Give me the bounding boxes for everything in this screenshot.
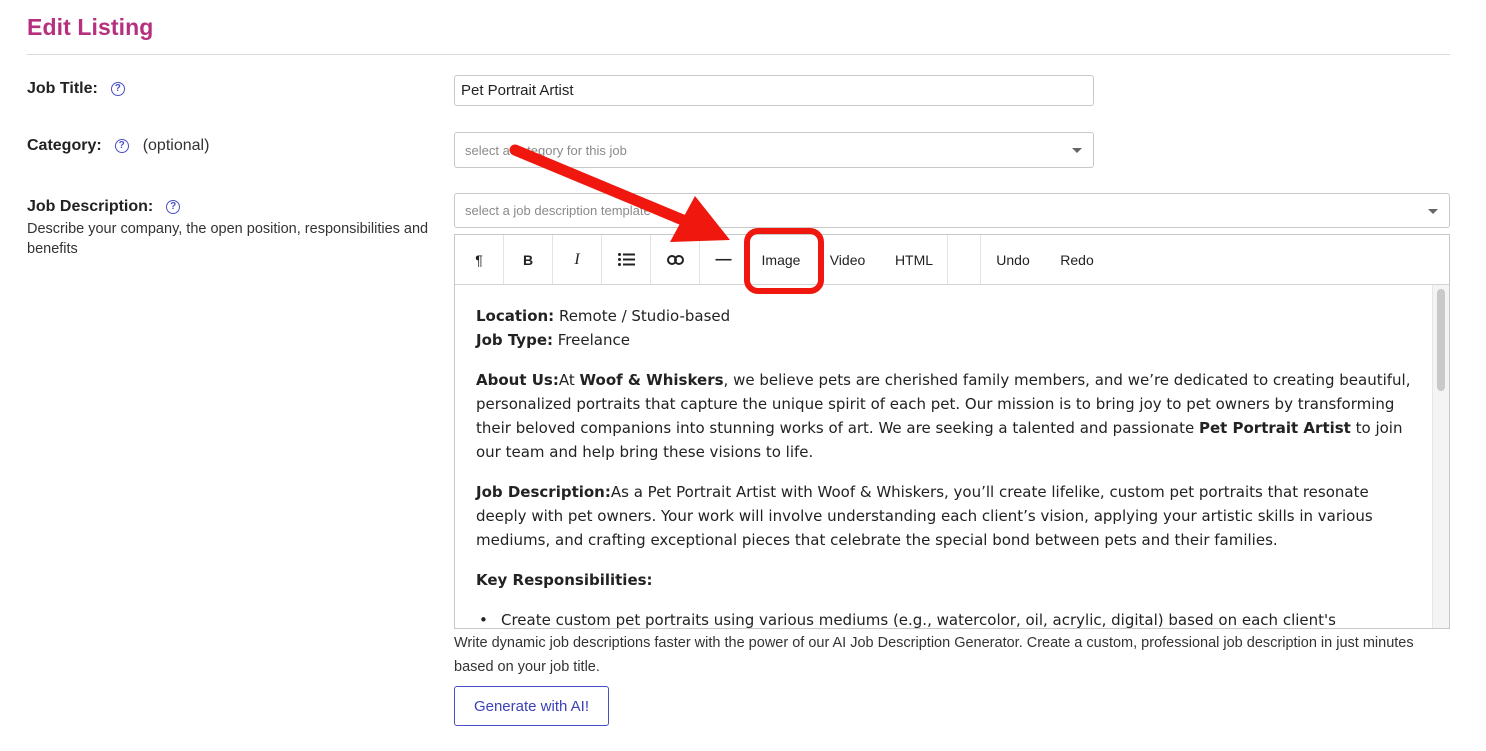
list-item: • Create custom pet portraits using vario… — [479, 608, 1433, 628]
editor-toolbar: ¶ B I — Image Video HTML Undo Redo — [455, 235, 1449, 285]
video-button-label: Video — [829, 251, 866, 268]
link-button[interactable] — [651, 235, 700, 284]
bold-button[interactable]: B — [504, 235, 553, 284]
redo-button-label: Redo — [1060, 251, 1094, 268]
category-label: Category: ? (optional) — [27, 137, 209, 155]
about-brand: Woof & Whiskers — [579, 371, 724, 389]
job-description-helper: Describe your company, the open position… — [27, 221, 429, 257]
italic-icon: I — [574, 250, 580, 268]
location-value: Remote / Studio-based — [554, 307, 731, 325]
page-title: Edit Listing — [27, 14, 154, 40]
toolbar-spacer — [948, 235, 981, 284]
category-select[interactable]: select a category for this job — [454, 132, 1094, 168]
generate-with-ai-button[interactable]: Generate with AI! — [454, 686, 609, 726]
responsibility-1: Create custom pet portraits using variou… — [501, 611, 1336, 628]
about-role: Pet Portrait Artist — [1198, 419, 1351, 437]
horizontal-rule-button[interactable]: — — [700, 235, 748, 284]
undo-button-label: Undo — [996, 251, 1030, 268]
description-text: As a Pet Portrait Artist with Woof & Whi… — [476, 483, 1373, 549]
job-description-label-text: Job Description: — [27, 198, 154, 215]
paragraph-icon: ¶ — [475, 251, 483, 268]
editor-content[interactable]: Location: Remote / Studio-based Job Type… — [455, 285, 1433, 628]
title-divider — [27, 54, 1450, 55]
about-text-1: At — [558, 371, 580, 389]
video-button[interactable]: Video — [814, 235, 881, 284]
optional-note: (optional) — [142, 137, 210, 154]
help-icon[interactable]: ? — [114, 139, 129, 153]
horizontal-rule-icon: — — [715, 250, 732, 268]
template-placeholder: select a job description template — [465, 203, 651, 218]
paragraph-button[interactable]: ¶ — [455, 235, 504, 284]
about-paragraph: About Us:At Woof & Whiskers, we believe … — [476, 368, 1416, 464]
italic-button[interactable]: I — [553, 235, 602, 284]
description-paragraph: Job Description:As a Pet Portrait Artist… — [476, 480, 1416, 552]
about-label: About Us: — [476, 371, 559, 389]
help-icon[interactable]: ? — [166, 200, 181, 214]
location-line: Location: Remote / Studio-based — [476, 304, 1416, 328]
html-button-label: HTML — [894, 251, 934, 268]
job-title-input[interactable]: Pet Portrait Artist — [454, 75, 1094, 106]
chevron-down-icon — [1072, 148, 1082, 153]
job-type-value: Freelance — [553, 331, 630, 349]
rich-text-editor[interactable]: ¶ B I — Image Video HTML Undo Redo Locat… — [454, 234, 1450, 629]
responsibilities-label: Key Responsibilities: — [476, 571, 653, 589]
job-title-label: Job Title: ? — [27, 80, 125, 98]
scrollbar-thumb[interactable] — [1437, 289, 1445, 391]
html-button[interactable]: HTML — [881, 235, 948, 284]
job-title-value: Pet Portrait Artist — [461, 82, 574, 99]
list-icon — [617, 253, 635, 266]
bold-icon: B — [522, 251, 534, 268]
editor-scrollbar[interactable] — [1432, 285, 1449, 628]
job-description-label: Job Description: ? — [27, 198, 181, 216]
template-select[interactable]: select a job description template — [454, 193, 1450, 228]
link-icon — [666, 254, 684, 265]
category-placeholder: select a category for this job — [465, 142, 627, 158]
image-button-highlight — [744, 228, 824, 294]
list-button[interactable] — [602, 235, 651, 284]
help-icon[interactable]: ? — [110, 82, 125, 96]
job-type-label: Job Type: — [476, 331, 553, 349]
category-label-text: Category: — [27, 137, 102, 154]
job-title-label-text: Job Title: — [27, 80, 98, 97]
chevron-down-icon — [1428, 208, 1438, 214]
redo-button[interactable]: Redo — [1045, 235, 1109, 284]
responsibilities-heading: Key Responsibilities: — [476, 568, 1416, 592]
description-label: Job Description: — [476, 483, 611, 501]
job-type-line: Job Type: Freelance — [476, 328, 1416, 352]
location-label: Location: — [476, 307, 555, 325]
undo-button[interactable]: Undo — [981, 235, 1045, 284]
bullet-icon: • — [479, 611, 488, 628]
ai-generator-note: Write dynamic job descriptions faster wi… — [454, 635, 1414, 675]
